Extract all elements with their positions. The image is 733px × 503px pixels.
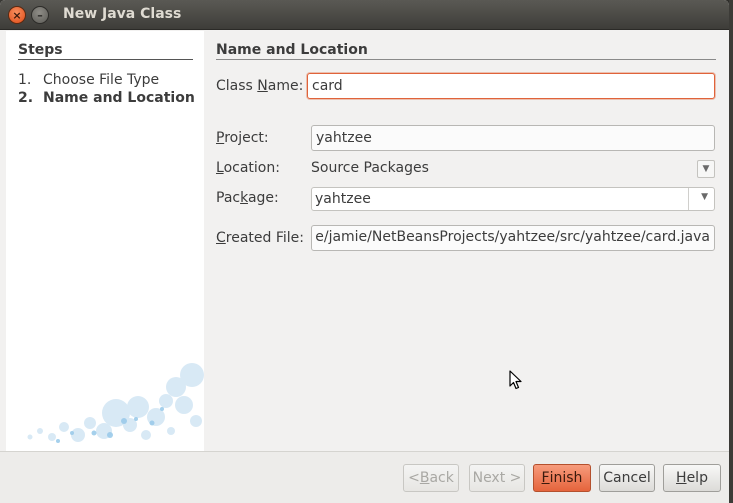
step-label: Name and Location [43, 90, 195, 106]
chevron-down-icon: ▼ [702, 164, 710, 174]
project-field[interactable] [311, 125, 715, 151]
combobox-divider [688, 188, 689, 210]
step-label: Choose File Type [43, 72, 160, 88]
mouse-pointer-icon [509, 370, 522, 390]
step-item-choose-file-type: 1. Choose File Type [18, 72, 159, 88]
title-bar[interactable]: × – New Java Class [0, 0, 729, 30]
finish-button[interactable]: Finish [533, 464, 591, 492]
package-label: Package: [216, 190, 279, 206]
class-name-input[interactable] [307, 73, 715, 99]
created-file-path: e/jamie/NetBeansProjects/yahtzee/src/yah… [315, 229, 710, 245]
decorative-bubbles-graphic [27, 363, 204, 443]
step-item-name-and-location: 2. Name and Location [18, 90, 195, 106]
step-number: 1. [18, 72, 32, 88]
minimize-icon[interactable]: – [31, 6, 49, 24]
chevron-down-icon[interactable]: ▼ [701, 192, 708, 202]
help-button[interactable]: Help [663, 464, 721, 492]
section-heading: Name and Location [216, 42, 716, 60]
step-number: 2. [18, 90, 34, 106]
steps-heading: Steps [18, 42, 193, 60]
window-title: New Java Class [63, 6, 182, 22]
steps-panel: Steps 1. Choose File Type 2. Name and Loca… [6, 31, 204, 451]
button-bar: < Back Next > Finish Cancel Help [0, 451, 729, 503]
location-dropdown-button[interactable]: ▼ [697, 160, 715, 178]
package-value: yahtzee [315, 191, 371, 207]
next-button[interactable]: Next > [469, 464, 525, 492]
cancel-button[interactable]: Cancel [599, 464, 655, 492]
new-java-class-dialog: × – New Java Class Steps 1. Choose File T… [0, 0, 729, 503]
window-shadow-edge [729, 0, 733, 503]
package-combobox[interactable]: yahtzee ▼ [311, 187, 715, 211]
close-icon[interactable]: × [8, 6, 26, 24]
class-name-label: Class Name: [216, 78, 304, 94]
project-label: Project: [216, 130, 269, 146]
back-button[interactable]: < Back [403, 464, 459, 492]
location-value: Source Packages [311, 160, 429, 176]
location-label: Location: [216, 160, 280, 176]
created-file-field[interactable]: e/jamie/NetBeansProjects/yahtzee/src/yah… [311, 225, 715, 251]
created-file-label: Created File: [216, 230, 305, 246]
